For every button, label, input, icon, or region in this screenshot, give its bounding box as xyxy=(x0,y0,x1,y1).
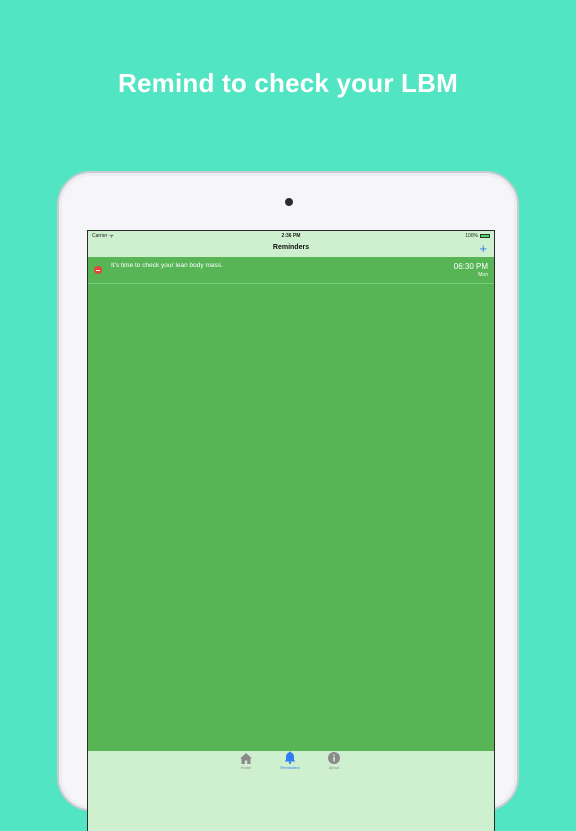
camera-dot xyxy=(285,198,293,206)
tab-home[interactable]: Home xyxy=(226,751,266,770)
status-bar: Carrier 2:36 PM 100% xyxy=(88,231,494,241)
delete-reminder-icon[interactable] xyxy=(94,266,102,274)
status-time: 2:36 PM xyxy=(281,233,301,239)
reminder-text: It's time to check your lean body mass. xyxy=(111,262,223,269)
bell-icon xyxy=(284,751,296,764)
reminder-day: Mon xyxy=(478,272,488,278)
tab-reminders[interactable]: Reminders xyxy=(270,751,310,770)
battery-fill xyxy=(481,235,489,237)
tab-about[interactable]: About xyxy=(314,751,354,770)
battery-percent: 100% xyxy=(465,233,478,239)
reminder-time: 06:30 PM xyxy=(453,262,488,271)
tablet-frame: Carrier 2:36 PM 100% Reminders + It's ti… xyxy=(57,171,519,831)
tab-bar: Home Reminders About xyxy=(88,751,494,831)
reminder-row[interactable]: It's time to check your lean body mass. … xyxy=(88,257,494,284)
status-battery: 100% xyxy=(465,233,490,239)
app-screen: Carrier 2:36 PM 100% Reminders + It's ti… xyxy=(87,230,495,831)
battery-icon xyxy=(480,234,490,238)
navigation-bar: Reminders + xyxy=(88,241,494,257)
page-title: Reminders xyxy=(272,244,310,251)
promo-headline: Remind to check your LBM xyxy=(118,68,458,98)
info-icon xyxy=(328,752,340,764)
home-icon xyxy=(240,753,252,764)
add-reminder-button[interactable]: + xyxy=(479,241,487,257)
